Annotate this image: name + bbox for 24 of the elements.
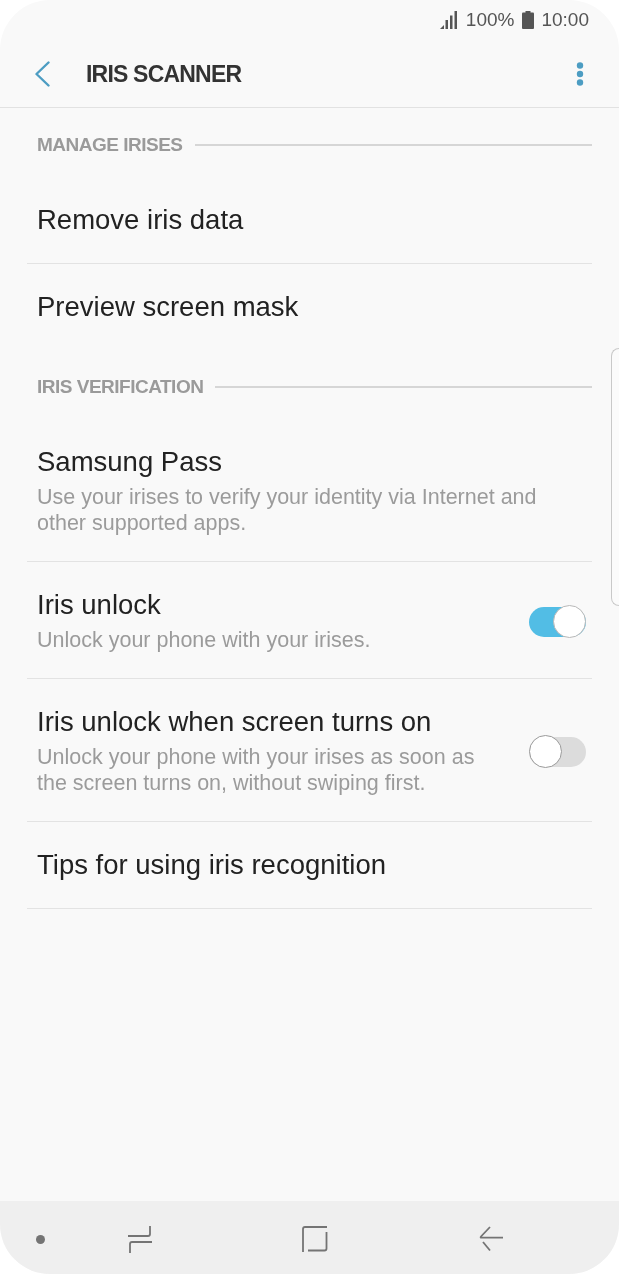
toggle-switch[interactable] [529, 735, 586, 768]
section-header: IRIS VERIFICATION [37, 375, 204, 399]
setting-description: Use your irises to verify your identity via Internet and other supported apps. [37, 484, 538, 536]
clock-time: 10:00 [541, 9, 589, 31]
setting-title[interactable]: Samsung Pass [37, 447, 586, 477]
setting-title[interactable]: Remove iris data [37, 205, 244, 235]
section-header: MANAGE IRISES [37, 133, 183, 157]
toggle-switch[interactable] [529, 605, 586, 638]
home-icon[interactable] [302, 1226, 328, 1252]
setting-description: Unlock your phone with your irises as soon as the screen turns on, without swiping first. [37, 744, 476, 796]
recent-apps-icon[interactable] [128, 1225, 152, 1253]
battery-percent: 100% [465, 9, 515, 31]
more-vertical-icon[interactable] [576, 61, 584, 86]
setting-title[interactable]: Iris unlock when screen turns on [37, 707, 491, 737]
setting-description: Unlock your phone with your irises. [37, 627, 372, 653]
battery-icon [522, 11, 535, 29]
setting-title[interactable]: Tips for using iris recognition [37, 850, 386, 880]
dot-icon[interactable] [36, 1234, 45, 1244]
edge-panel-handle[interactable] [611, 348, 619, 606]
signal-icon [439, 11, 458, 29]
setting-title[interactable]: Preview screen mask [37, 292, 299, 322]
setting-title[interactable]: Iris unlock [37, 590, 491, 620]
page-title: IRIS SCANNER [86, 59, 242, 88]
back-icon[interactable] [34, 60, 50, 87]
